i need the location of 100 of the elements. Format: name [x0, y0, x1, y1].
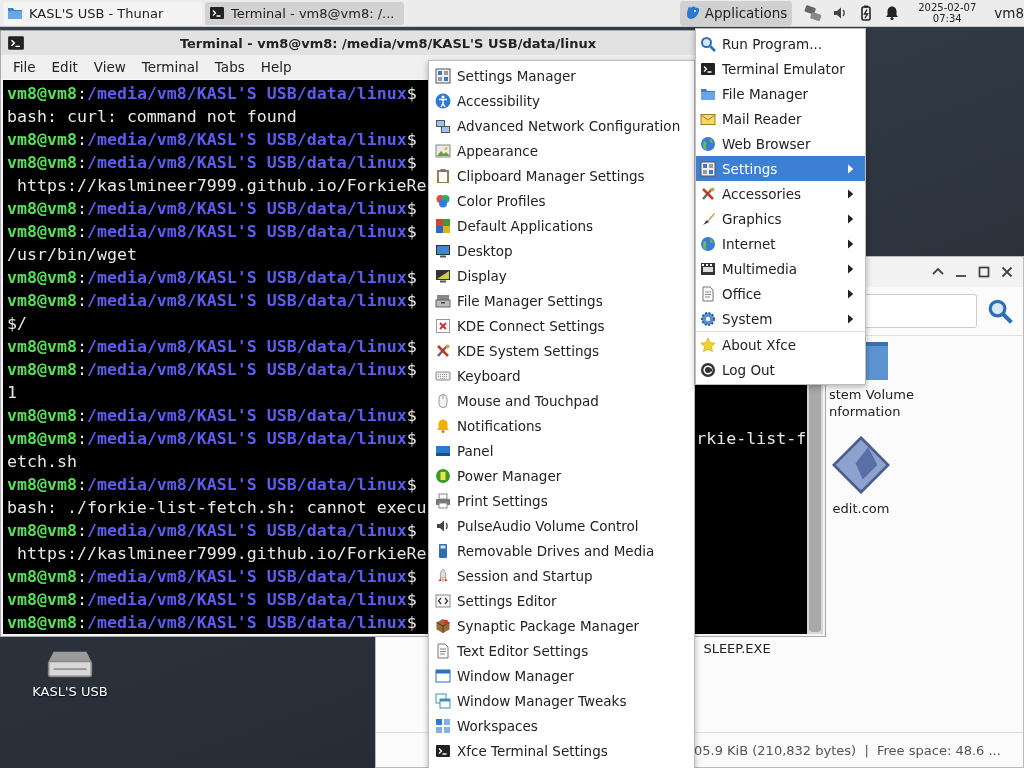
terminal-icon — [435, 742, 451, 759]
menu-item[interactable]: Clipboard Manager Settings — [429, 163, 694, 188]
menu-item[interactable]: Color Profiles — [429, 188, 694, 213]
menu-item[interactable]: Edit — [43, 59, 86, 75]
terminal-prompt: vm8@vm8:/media/vm8/KASL'S USB/data/linux$ — [7, 428, 417, 450]
terminal-prompt: vm8@vm8:/media/vm8/KASL'S USB/data/linux$ — [7, 129, 417, 151]
battery-icon — [435, 467, 451, 484]
person-icon — [435, 92, 451, 109]
network-icon — [435, 117, 451, 134]
menu-item[interactable]: Accessories — [696, 181, 865, 206]
menu-item[interactable]: Power Manager — [429, 463, 694, 488]
terminal-prompt: vm8@vm8:/media/vm8/KASL'S USB/data/linux$ — [7, 267, 417, 289]
menu-item[interactable]: Mail Reader — [696, 106, 865, 131]
terminal-prompt: vm8@vm8:/media/vm8/KASL'S USB/data/linux$ — [7, 152, 417, 174]
document-icon — [700, 285, 716, 302]
menu-item[interactable]: Accessibility — [429, 88, 694, 113]
menu-item[interactable]: Desktop — [429, 238, 694, 263]
film-icon — [700, 260, 716, 277]
menu-item[interactable]: File Manager Settings — [429, 288, 694, 313]
close-icon[interactable] — [999, 264, 1015, 280]
menu-item[interactable]: Web Browser — [696, 131, 865, 156]
menu-item[interactable]: Settings Manager — [429, 63, 694, 88]
menu-item[interactable]: Log Out — [696, 357, 865, 382]
power-icon — [700, 361, 716, 378]
bell-icon[interactable] — [884, 5, 901, 21]
menu-item[interactable]: Internet — [696, 231, 865, 256]
terminal-icon — [7, 34, 25, 52]
search-icon[interactable] — [987, 298, 1013, 324]
menu-item[interactable]: Terminal Emulator — [696, 56, 865, 81]
menu-item[interactable]: Synaptic Package Manager — [429, 613, 694, 638]
menu-item[interactable]: Removable Drives and Media — [429, 538, 694, 563]
diamond-icon — [832, 436, 890, 494]
window-icon — [435, 667, 451, 684]
image-icon — [435, 142, 451, 159]
menu-item[interactable]: Advanced Network Configuration — [429, 113, 694, 138]
taskbar-button[interactable]: KASL'S USB - Thunar — [3, 1, 202, 25]
menu-item[interactable]: Settings — [696, 156, 865, 181]
network-icon[interactable] — [804, 4, 823, 22]
menu-item[interactable]: Panel — [429, 438, 694, 463]
menu-item[interactable]: Print Settings — [429, 488, 694, 513]
drawer-icon — [435, 292, 451, 309]
menu-item[interactable]: About Xfce — [696, 332, 865, 357]
maximize-icon[interactable] — [976, 264, 992, 280]
menu-item[interactable]: Help — [252, 59, 300, 75]
menu-item[interactable]: Xfce Terminal Settings — [429, 738, 694, 763]
menu-item[interactable]: PulseAudio Volume Control — [429, 513, 694, 538]
menu-item[interactable]: Mouse and Touchpad — [429, 388, 694, 413]
clipboard-icon — [435, 167, 451, 184]
menu-item[interactable]: KDE System Settings — [429, 338, 694, 363]
menu-item[interactable]: Display — [429, 263, 694, 288]
terminal-text: bash: ./forkie-list-fetch.sh: cannot execu — [7, 497, 427, 519]
taskbar-button[interactable]: Terminal - vm8@vm8: /... — [205, 1, 404, 25]
status-text: 05.9 KiB (210,832 bytes) | Free space: 48.6 ... — [694, 742, 1001, 758]
menu-item[interactable]: Session and Startup — [429, 563, 694, 588]
menu-item[interactable]: Keyboard — [429, 363, 694, 388]
menu-item[interactable]: System — [696, 306, 865, 331]
menu-item[interactable]: KDE Connect Settings — [429, 313, 694, 338]
monitor-icon — [435, 267, 451, 284]
menu-item[interactable]: Appearance — [429, 138, 694, 163]
desktop-icon-label[interactable]: KASL'S USB — [32, 684, 108, 699]
menu-item[interactable]: Notifications — [429, 413, 694, 438]
menu-item[interactable]: Window Manager Tweaks — [429, 688, 694, 713]
terminal-icon — [209, 5, 225, 21]
menu-item[interactable]: Graphics — [696, 206, 865, 231]
menu-item[interactable]: File — [5, 59, 44, 75]
menu-item[interactable]: File Manager — [696, 81, 865, 106]
menu-item[interactable]: Terminal — [133, 59, 207, 75]
cross-icon — [435, 317, 451, 334]
package-icon — [435, 617, 451, 634]
file-label[interactable]: stem Volume nformation — [829, 386, 917, 420]
menu-item[interactable]: Settings Editor — [429, 588, 694, 613]
menu-item[interactable]: Workspaces — [429, 713, 694, 738]
app-menu-icon — [684, 5, 701, 21]
user-name[interactable]: vm8 — [994, 5, 1024, 21]
menu-item[interactable]: Text Editor Settings — [429, 638, 694, 663]
terminal-text: /usr/bin/wget — [7, 244, 137, 266]
menu-item[interactable]: Default Applications — [429, 213, 694, 238]
menu-item[interactable]: Run Program... — [696, 31, 865, 56]
terminal-text: $/ — [7, 313, 27, 335]
applications-button[interactable]: Applications — [679, 0, 793, 26]
menu-item[interactable]: Tabs — [206, 59, 253, 75]
terminal-icon — [700, 60, 716, 77]
terminal-prompt: vm8@vm8:/media/vm8/KASL'S USB/data/linux$ — [7, 198, 417, 220]
menu-item[interactable]: View — [85, 59, 134, 75]
clock[interactable]: 2025-02-07 07:34 — [914, 2, 981, 24]
menu-item[interactable]: Office — [696, 281, 865, 306]
globe-icon — [700, 135, 716, 152]
file-label[interactable]: edit.com — [832, 500, 890, 517]
menu-item[interactable]: Window Manager — [429, 663, 694, 688]
window-title: Terminal - vm8@vm8: /media/vm8/KASL'S USB/data/linux — [179, 35, 597, 51]
terminal-prompt: vm8@vm8:/media/vm8/KASL'S USB/data/linux$ — [7, 589, 417, 611]
menu-item[interactable]: Multimedia — [696, 256, 865, 281]
terminal-prompt: vm8@vm8:/media/vm8/KASL'S USB/data/linux$ — [7, 221, 417, 243]
star-icon — [700, 336, 716, 353]
terminal-prompt: vm8@vm8:/media/vm8/KASL'S USB/data/linux$ — [7, 290, 417, 312]
gear-icon — [700, 310, 716, 327]
terminal-prompt: vm8@vm8:/media/vm8/KASL'S USB/data/linux$ — [7, 612, 417, 634]
file-label[interactable]: SLEEP.EXE — [703, 640, 771, 657]
grid-icon — [435, 217, 451, 234]
code-icon — [435, 592, 451, 609]
